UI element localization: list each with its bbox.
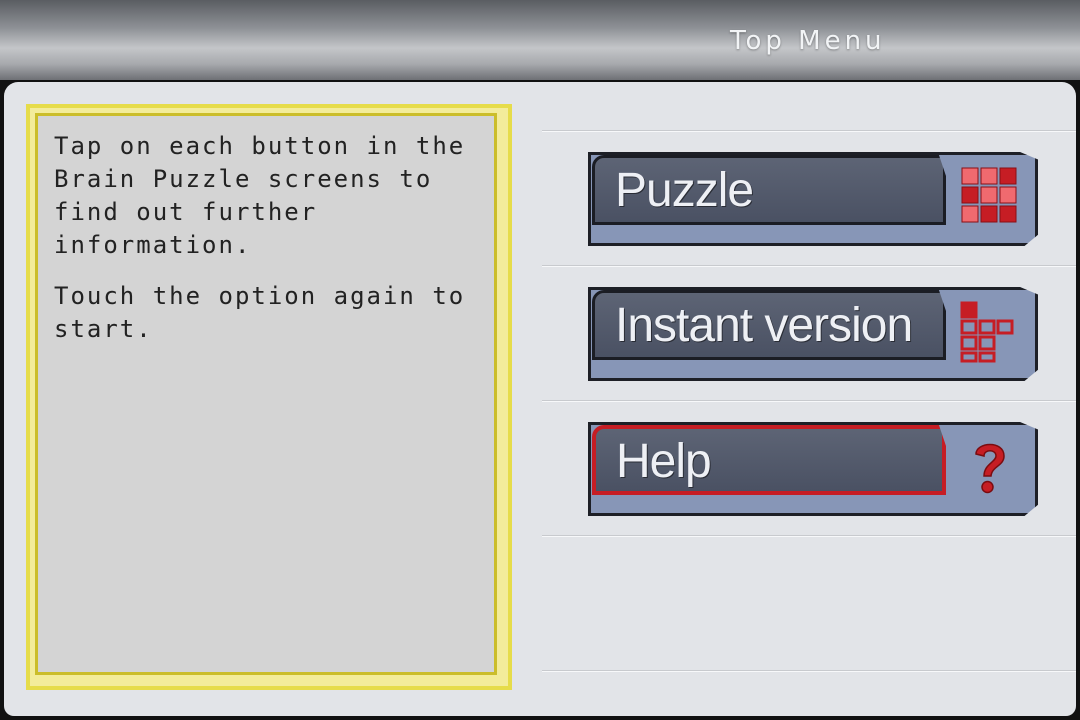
screen: Top Menu Tap on each button in the Brain… bbox=[0, 0, 1080, 720]
screen-title: Top Menu bbox=[730, 26, 886, 56]
divider bbox=[542, 535, 1076, 537]
divider bbox=[542, 265, 1076, 267]
divider bbox=[542, 400, 1076, 402]
info-paragraph-2: Touch the option again to start. bbox=[54, 282, 466, 343]
divider bbox=[542, 670, 1076, 672]
info-box-inner: Tap on each button in the Brain Puzzle s… bbox=[35, 113, 497, 675]
instant-version-button-label: Instant version bbox=[615, 299, 913, 352]
button-label-plate: Instant version bbox=[592, 290, 946, 360]
info-paragraph-1: Tap on each button in the Brain Puzzle s… bbox=[54, 132, 466, 259]
divider bbox=[542, 130, 1076, 132]
info-box: Tap on each button in the Brain Puzzle s… bbox=[26, 104, 512, 690]
question-mark-icon bbox=[975, 443, 1005, 494]
top-bar: Top Menu bbox=[0, 0, 1080, 80]
help-button-label: Help bbox=[616, 435, 712, 488]
puzzle-button[interactable]: Puzzle bbox=[588, 152, 1038, 246]
grid-icon bbox=[961, 167, 1017, 223]
button-label-plate: Puzzle bbox=[592, 155, 946, 225]
menu-column: Puzzle Instant version Help bbox=[542, 82, 1076, 716]
help-button[interactable]: Help bbox=[588, 422, 1038, 516]
puzzle-button-label: Puzzle bbox=[615, 164, 754, 217]
button-label-plate: Help bbox=[592, 425, 946, 495]
blocks-icon bbox=[960, 301, 1014, 363]
info-text: Tap on each button in the Brain Puzzle s… bbox=[54, 130, 478, 346]
main-panel: Tap on each button in the Brain Puzzle s… bbox=[4, 82, 1076, 716]
instant-version-button[interactable]: Instant version bbox=[588, 287, 1038, 381]
